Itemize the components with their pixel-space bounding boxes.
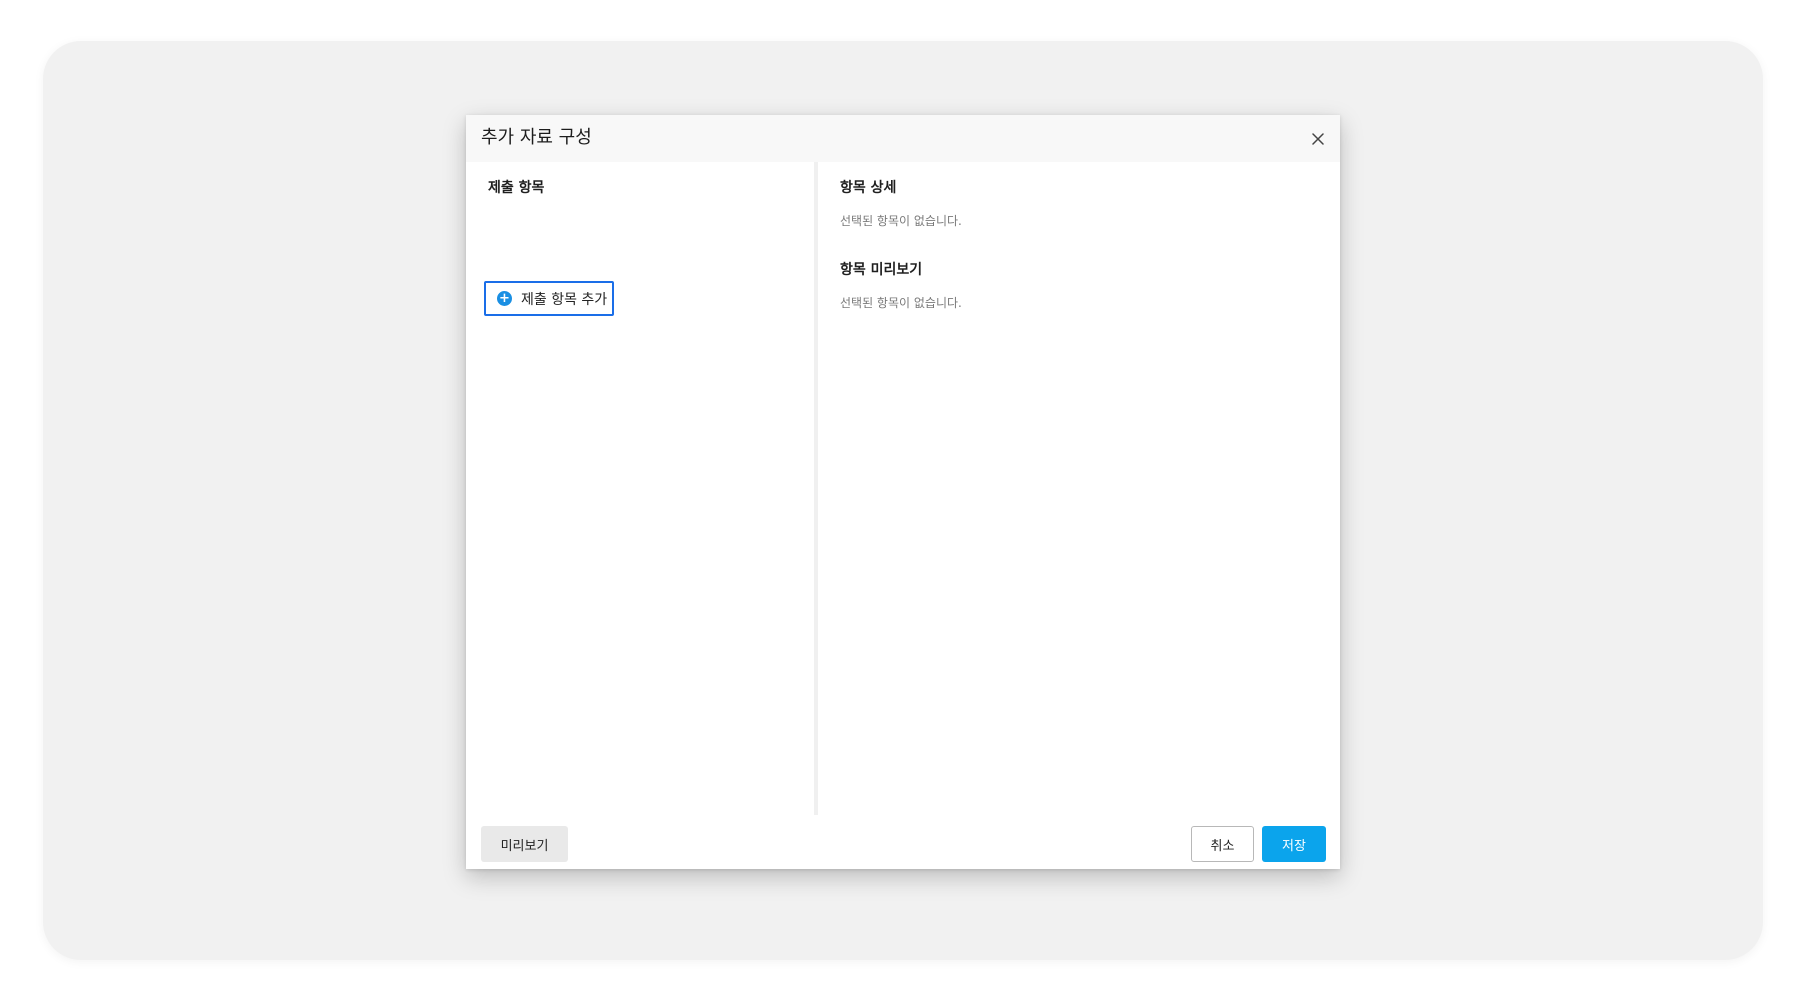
save-button[interactable]: 저장 — [1262, 826, 1326, 862]
dialog-footer: 미리보기 취소 저장 — [466, 815, 1340, 869]
configure-materials-dialog: 추가 자료 구성 제출 항목 + 제출 항목 추가 항목 상세 선택된 항목이 … — [466, 115, 1340, 869]
add-submission-item-button[interactable]: + 제출 항목 추가 — [484, 281, 614, 316]
close-icon — [1312, 133, 1324, 145]
item-preview-empty-text: 선택된 항목이 없습니다. — [840, 296, 962, 310]
dialog-header: 추가 자료 구성 — [466, 115, 1340, 162]
item-detail-panel: 항목 상세 선택된 항목이 없습니다. 항목 미리보기 선택된 항목이 없습니다… — [818, 162, 1340, 815]
close-button[interactable] — [1306, 127, 1330, 151]
cancel-button[interactable]: 취소 — [1191, 826, 1254, 862]
item-details-title: 항목 상세 — [840, 180, 897, 196]
plus-circle-icon: + — [497, 291, 512, 306]
submission-items-title: 제출 항목 — [488, 180, 545, 196]
add-submission-item-label: 제출 항목 추가 — [521, 291, 608, 308]
preview-button[interactable]: 미리보기 — [481, 826, 568, 862]
dialog-title: 추가 자료 구성 — [481, 127, 592, 148]
item-preview-title: 항목 미리보기 — [840, 262, 923, 278]
item-details-empty-text: 선택된 항목이 없습니다. — [840, 214, 962, 228]
submission-items-panel: 제출 항목 — [466, 162, 814, 815]
